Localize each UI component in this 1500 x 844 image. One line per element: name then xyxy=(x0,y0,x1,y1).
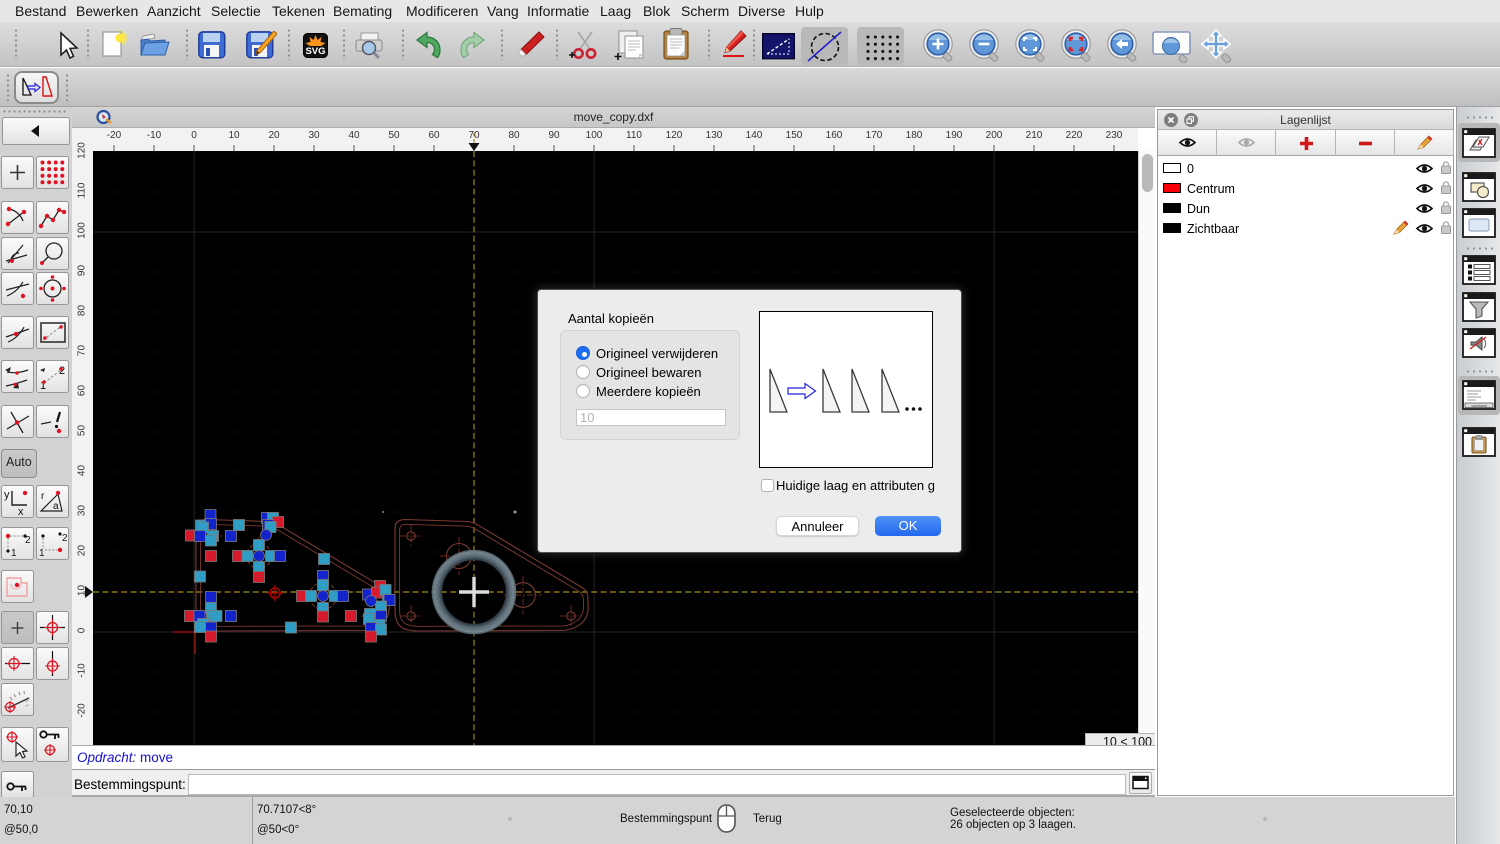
svg-text:1: 1 xyxy=(11,548,17,558)
svg-text:r: r xyxy=(41,491,45,502)
svg-text:2: 2 xyxy=(59,365,65,377)
svg-text:1: 1 xyxy=(39,548,45,558)
svg-text:2: 2 xyxy=(62,533,67,544)
svg-text:a: a xyxy=(53,501,59,512)
svg-text:y: y xyxy=(4,489,10,501)
svg-text:2: 2 xyxy=(25,535,31,546)
svg-text:x: x xyxy=(18,506,24,516)
svg-text:command: command xyxy=(1471,404,1486,408)
svg-text:SVG: SVG xyxy=(305,46,325,57)
